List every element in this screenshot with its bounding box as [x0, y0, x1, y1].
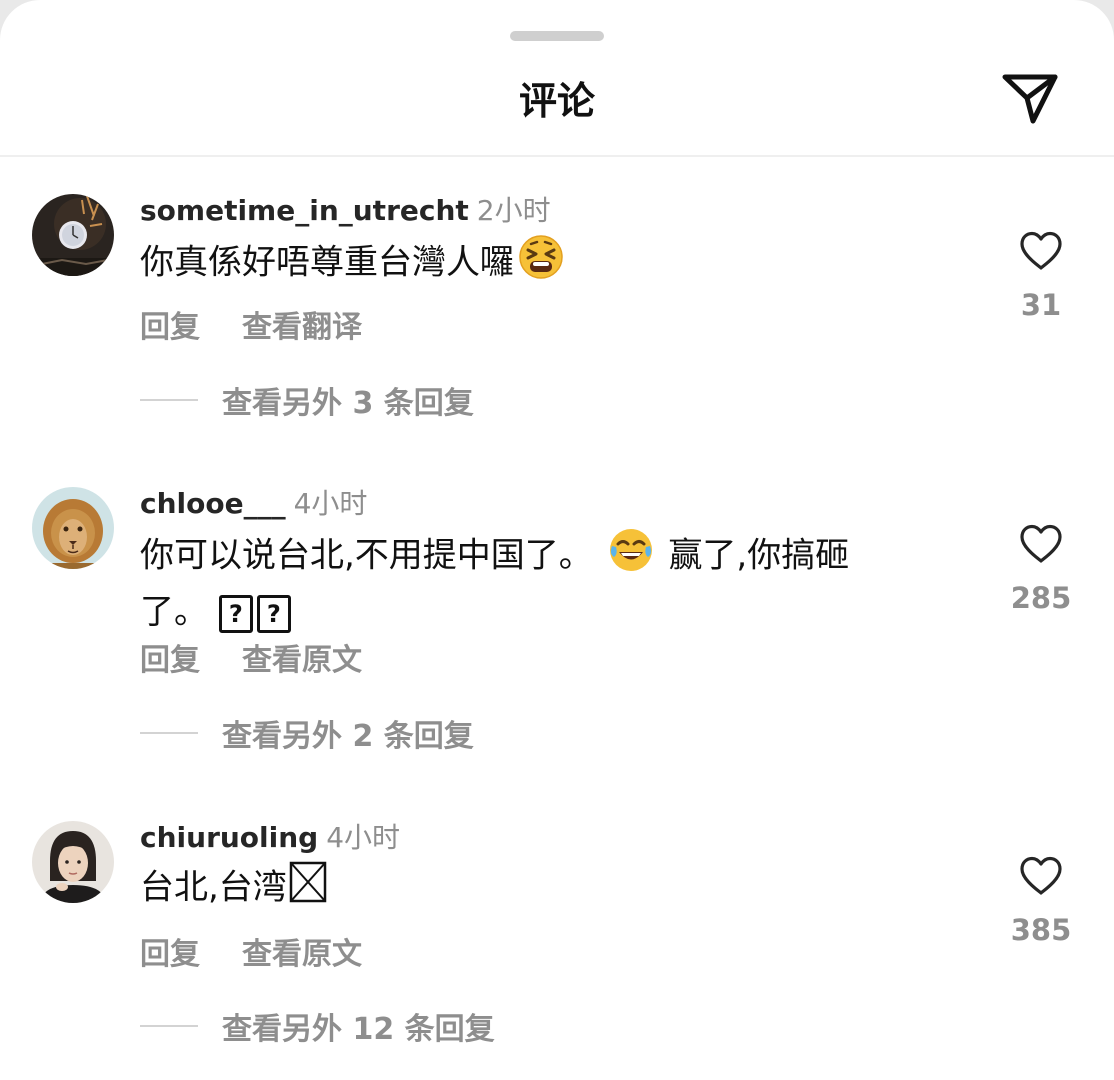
comment-body: 你真係好唔尊重台灣人囉	[140, 242, 514, 283]
see-original-button[interactable]: 查看原文	[242, 937, 362, 972]
reply-button[interactable]: 回复	[140, 310, 200, 345]
avatar[interactable]	[32, 194, 114, 276]
like-group: 31	[1000, 226, 1082, 322]
comment-body-part2: 赢了,你搞砸	[668, 535, 850, 576]
comment-body-part1: 你可以说台北,不用提中国了。	[140, 535, 593, 576]
comment-actions: 回复 查看原文	[140, 635, 404, 678]
comment-item: chlooe___ 4小时 你可以说台北,不用提中国了。 赢了,你搞砸 了。 ??…	[0, 487, 1114, 754]
comment-text: 你可以说台北,不用提中国了。 赢了,你搞砸 了。 ??	[140, 527, 910, 637]
like-button[interactable]	[1000, 519, 1082, 569]
see-translation-button[interactable]: 查看翻译	[242, 310, 362, 345]
like-group: 385	[1000, 851, 1082, 947]
tears-of-joy-emoji	[608, 527, 654, 587]
comment-item: sometime_in_utrecht 2小时 你真係好唔尊重台灣人囉 回复 查看翻…	[0, 194, 1114, 454]
reply-thread-line	[140, 399, 198, 401]
comment-meta: chlooe___ 4小时	[140, 487, 367, 521]
view-replies-button[interactable]: 查看另外 2 条回复	[140, 713, 474, 754]
comment-actions: 回复 查看翻译	[140, 302, 404, 345]
paper-plane-icon	[1002, 74, 1058, 124]
like-button[interactable]	[1000, 851, 1082, 901]
username-link[interactable]: chlooe___	[140, 487, 286, 520]
drag-handle[interactable]	[510, 31, 604, 41]
comment-body-part3: 了。	[140, 592, 208, 632]
like-count: 31	[1020, 288, 1062, 322]
avatar[interactable]	[32, 487, 114, 569]
view-replies-label: 查看另外 12 条回复	[222, 1012, 495, 1047]
header-divider	[0, 155, 1114, 157]
missing-glyph-box: ?	[218, 594, 253, 633]
heart-outline-icon	[1020, 856, 1062, 895]
avatar[interactable]	[32, 821, 114, 903]
reply-thread-line	[140, 732, 198, 734]
timestamp: 2小时	[476, 194, 551, 227]
tired-face-emoji	[518, 234, 564, 294]
view-replies-button[interactable]: 查看另外 3 条回复	[140, 380, 474, 421]
comment-text: 你真係好唔尊重台灣人囉	[140, 234, 910, 294]
view-replies-label: 查看另外 3 条回复	[222, 386, 474, 421]
comments-sheet: 评论 sometime_in_utrecht 2小时 你真係好唔尊重台灣人囉 回…	[0, 0, 1114, 1080]
reply-button[interactable]: 回复	[140, 937, 200, 972]
comment-actions: 回复 查看原文	[140, 929, 404, 972]
comment-text: 台北,台湾	[140, 861, 910, 917]
timestamp: 4小时	[326, 821, 401, 854]
like-group: 285	[1000, 519, 1082, 615]
like-button[interactable]	[1000, 226, 1082, 276]
username-link[interactable]: chiuruoling	[140, 821, 318, 854]
comment-meta: chiuruoling 4小时	[140, 821, 400, 855]
sheet-title: 评论	[518, 79, 595, 123]
like-count: 285	[1010, 581, 1072, 615]
comment-item: chiuruoling 4小时 台北,台湾 回复 查看原文 385 查看另外 12 …	[0, 821, 1114, 1080]
reply-button[interactable]: 回复	[140, 643, 200, 678]
see-original-button[interactable]: 查看原文	[242, 643, 362, 678]
comment-meta: sometime_in_utrecht 2小时	[140, 194, 551, 228]
comment-body: 台北,台湾	[140, 867, 287, 908]
heart-outline-icon	[1020, 524, 1062, 563]
share-button[interactable]	[996, 66, 1064, 130]
view-replies-label: 查看另外 2 条回复	[222, 719, 474, 754]
missing-glyph-box	[289, 861, 327, 917]
view-replies-button[interactable]: 查看另外 12 条回复	[140, 1006, 495, 1047]
timestamp: 4小时	[293, 487, 368, 520]
heart-outline-icon	[1020, 231, 1062, 270]
like-count: 385	[1010, 913, 1072, 947]
missing-glyph-box: ?	[256, 594, 291, 633]
reply-thread-line	[140, 1025, 198, 1027]
username-link[interactable]: sometime_in_utrecht	[140, 194, 469, 227]
